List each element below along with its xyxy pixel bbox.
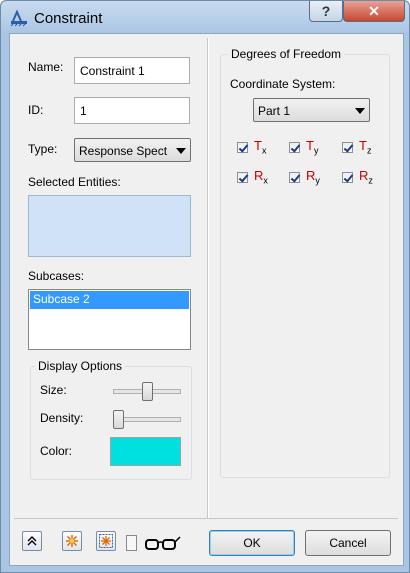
dof-ty[interactable]: Ty <box>289 138 319 156</box>
size-label: Size: <box>40 383 67 397</box>
tz-sub: z <box>366 145 372 156</box>
list-item[interactable]: Subcase 2 <box>30 291 189 309</box>
window-title: Constraint <box>34 10 103 27</box>
selected-entities-box[interactable] <box>28 195 191 257</box>
type-select[interactable]: Response Spect <box>74 138 191 162</box>
rx-sub: x <box>263 175 268 186</box>
chevron-down-icon <box>176 148 186 154</box>
dof-ry[interactable]: Ry <box>289 168 320 186</box>
tz-label: T <box>359 138 367 154</box>
cancel-button[interactable]: Cancel <box>305 530 391 556</box>
density-slider-thumb[interactable] <box>113 410 124 429</box>
dof-rz[interactable]: Rz <box>342 168 373 186</box>
select-all-button[interactable] <box>96 531 116 551</box>
constraint-title-icon <box>10 9 27 27</box>
select-button[interactable] <box>62 531 82 551</box>
size-slider-thumb[interactable] <box>141 382 153 401</box>
glasses-icon[interactable] <box>144 535 182 551</box>
dof-title: Degrees of Freedom <box>228 47 345 61</box>
chevron-down-icon <box>355 108 365 114</box>
ty-checkbox[interactable] <box>289 141 300 153</box>
color-label: Color: <box>40 444 73 458</box>
title-bar[interactable]: Constraint ? ✕ <box>1 1 409 35</box>
tx-checkbox[interactable] <box>237 141 248 153</box>
coord-system-value: Part 1 <box>258 104 291 118</box>
subcases-label: Subcases: <box>28 269 85 283</box>
ty-label: T <box>306 138 314 154</box>
select-icon <box>66 535 78 547</box>
close-button[interactable]: ✕ <box>343 1 405 22</box>
coord-system-label: Coordinate System: <box>230 77 336 91</box>
ry-sub: y <box>315 175 320 186</box>
tz-checkbox[interactable] <box>342 141 353 153</box>
select-all-icon <box>99 534 113 548</box>
type-label: Type: <box>28 142 58 156</box>
expand-icon <box>27 536 37 546</box>
dof-tx[interactable]: Tx <box>237 138 267 156</box>
page-icon <box>126 535 137 551</box>
ty-sub: y <box>313 145 319 156</box>
rx-checkbox[interactable] <box>237 171 248 183</box>
density-label: Density: <box>40 411 84 425</box>
rz-checkbox[interactable] <box>342 171 353 183</box>
constraint-dialog: Constraint ? ✕ Name: Constraint 1 ID: 1 … <box>0 0 410 573</box>
expand-button[interactable] <box>22 531 42 551</box>
ry-label: R <box>306 168 316 184</box>
rz-label: R <box>359 168 369 184</box>
column-divider <box>207 38 209 518</box>
dialog-body: Name: Constraint 1 ID: 1 Type: Response … <box>9 33 404 566</box>
dof-tz[interactable]: Tz <box>342 138 372 156</box>
tx-sub: x <box>261 145 267 156</box>
coord-system-select[interactable]: Part 1 <box>253 98 370 122</box>
ok-button[interactable]: OK <box>209 530 295 556</box>
help-button[interactable]: ? <box>309 1 343 22</box>
rz-sub: z <box>368 175 373 186</box>
tx-label: T <box>254 138 262 154</box>
rx-label: R <box>254 168 264 184</box>
id-label: ID: <box>28 103 44 117</box>
footer-divider <box>14 518 398 519</box>
selected-entities-label: Selected Entities: <box>28 175 121 189</box>
id-field[interactable]: 1 <box>74 97 190 124</box>
type-select-value: Response Spect <box>79 144 168 158</box>
dof-rx[interactable]: Rx <box>237 168 268 186</box>
color-swatch[interactable] <box>110 437 181 466</box>
name-field[interactable]: Constraint 1 <box>74 57 190 84</box>
display-options-title: Display Options <box>35 359 126 373</box>
name-label: Name: <box>28 60 64 74</box>
ry-checkbox[interactable] <box>289 171 300 183</box>
subcases-list[interactable]: Subcase 2 <box>28 289 191 350</box>
